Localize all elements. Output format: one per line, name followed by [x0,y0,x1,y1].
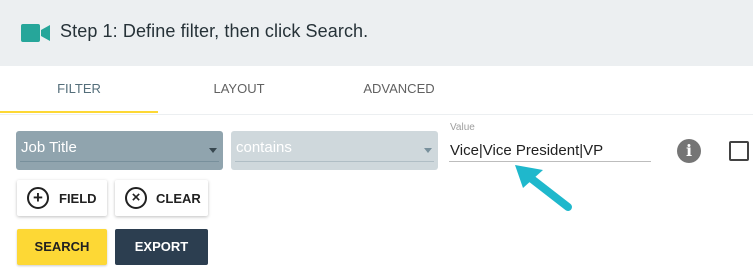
tab-filter[interactable]: FILTER [0,66,158,112]
operator-select-value: contains [236,139,292,156]
select-underline [20,161,219,162]
info-icon[interactable]: i [677,139,701,163]
plus-circle-icon: + [27,187,49,209]
clear-label: CLEAR [156,191,201,206]
add-field-button[interactable]: + FIELD [17,180,107,216]
select-underline [235,161,434,162]
value-label: Value [450,122,475,133]
field-select-value: Job Title [21,139,77,156]
step-header: Step 1: Define filter, then click Search… [0,0,753,66]
active-tab-indicator [0,111,158,113]
tab-advanced[interactable]: ADVANCED [320,66,478,112]
export-button[interactable]: EXPORT [115,229,208,265]
close-circle-icon: × [125,187,147,209]
clear-button[interactable]: × CLEAR [115,180,208,216]
add-field-label: FIELD [59,191,97,206]
tab-layout[interactable]: LAYOUT [162,66,316,112]
operator-select[interactable]: contains [231,131,438,170]
video-camera-icon [21,24,50,42]
chevron-down-icon [424,148,432,153]
row-checkbox[interactable] [729,141,749,161]
tab-bar: FILTER LAYOUT ADVANCED [0,66,753,115]
value-input[interactable] [449,139,651,162]
chevron-down-icon [209,148,217,153]
field-select[interactable]: Job Title [16,131,223,170]
pointer-arrow-icon [515,165,572,211]
step-title: Step 1: Define filter, then click Search… [60,21,369,41]
search-button[interactable]: SEARCH [17,229,107,265]
